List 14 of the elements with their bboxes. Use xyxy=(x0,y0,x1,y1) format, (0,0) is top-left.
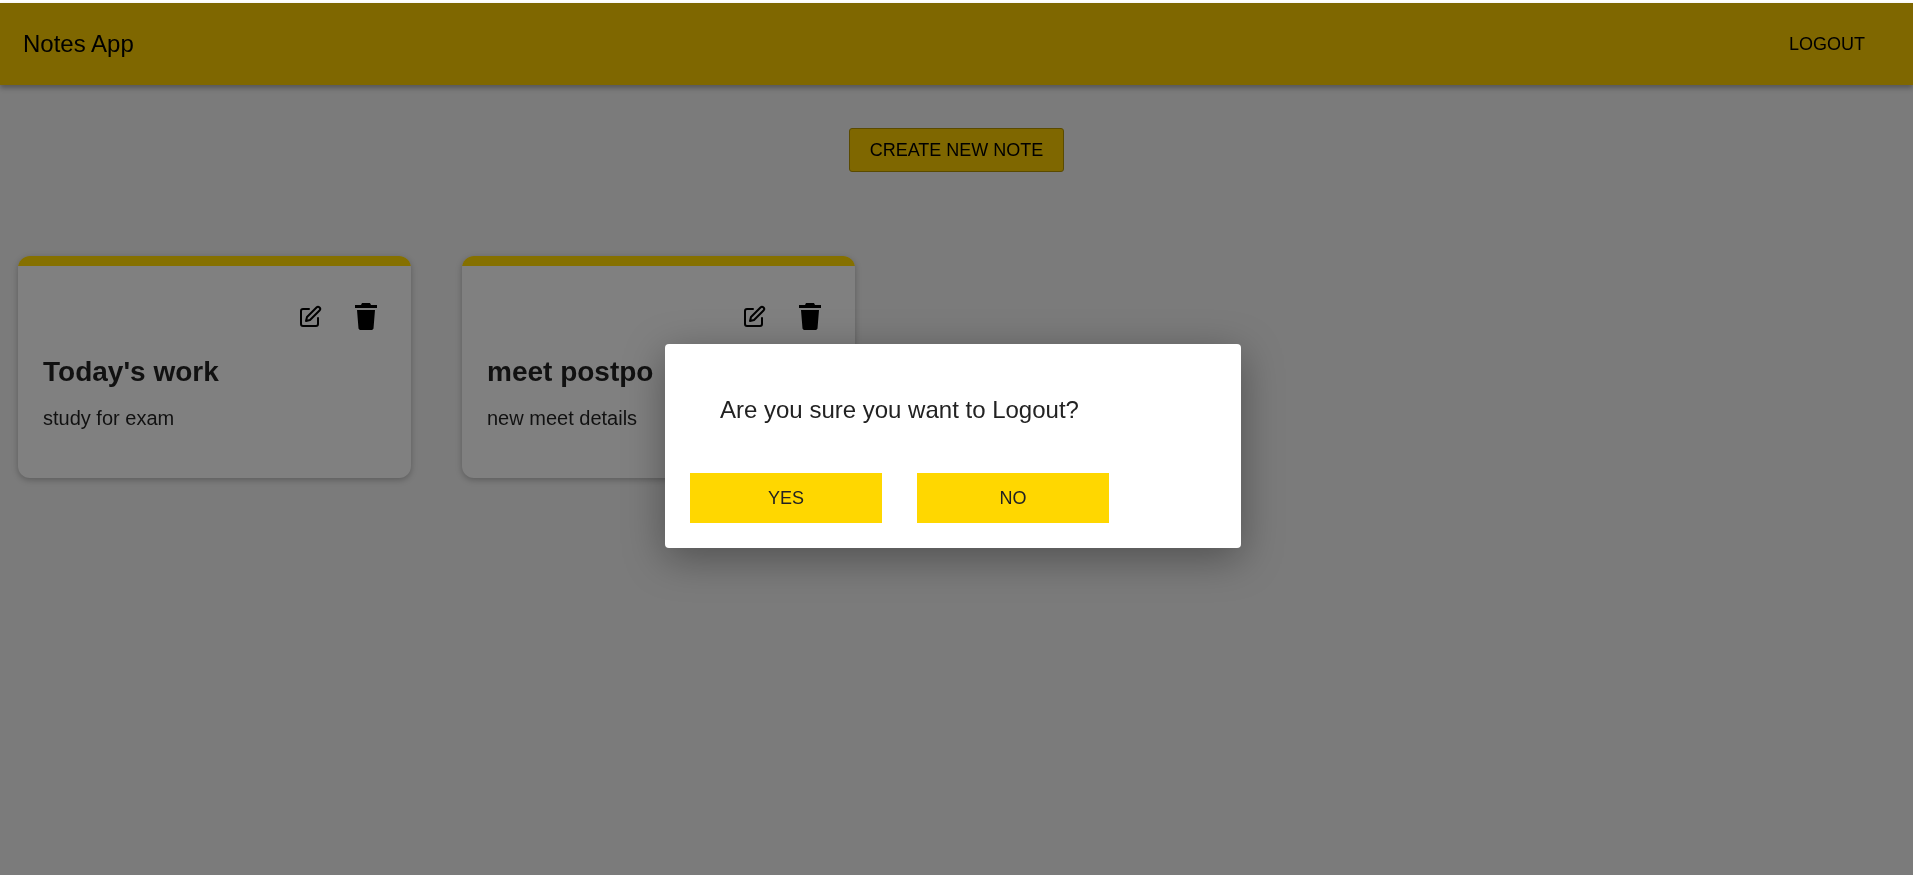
edit-icon[interactable] xyxy=(742,304,766,329)
note-title: meet postpo xyxy=(486,355,655,389)
no-button[interactable]: NO xyxy=(917,473,1109,523)
note-body: study for exam xyxy=(43,406,175,431)
note-title: Today's work xyxy=(42,355,220,389)
note-body: new meet details xyxy=(487,406,638,431)
create-note-button[interactable]: CREATE NEW NOTE xyxy=(849,128,1064,172)
delete-icon[interactable] xyxy=(799,303,821,330)
app-title: Notes App xyxy=(23,29,134,59)
dialog-message: Are you sure you want to Logout? xyxy=(720,395,1079,425)
yes-button[interactable]: YES xyxy=(690,473,882,523)
delete-icon[interactable] xyxy=(355,303,377,330)
edit-icon[interactable] xyxy=(298,304,322,329)
logout-button[interactable]: LOGOUT xyxy=(1781,26,1873,62)
